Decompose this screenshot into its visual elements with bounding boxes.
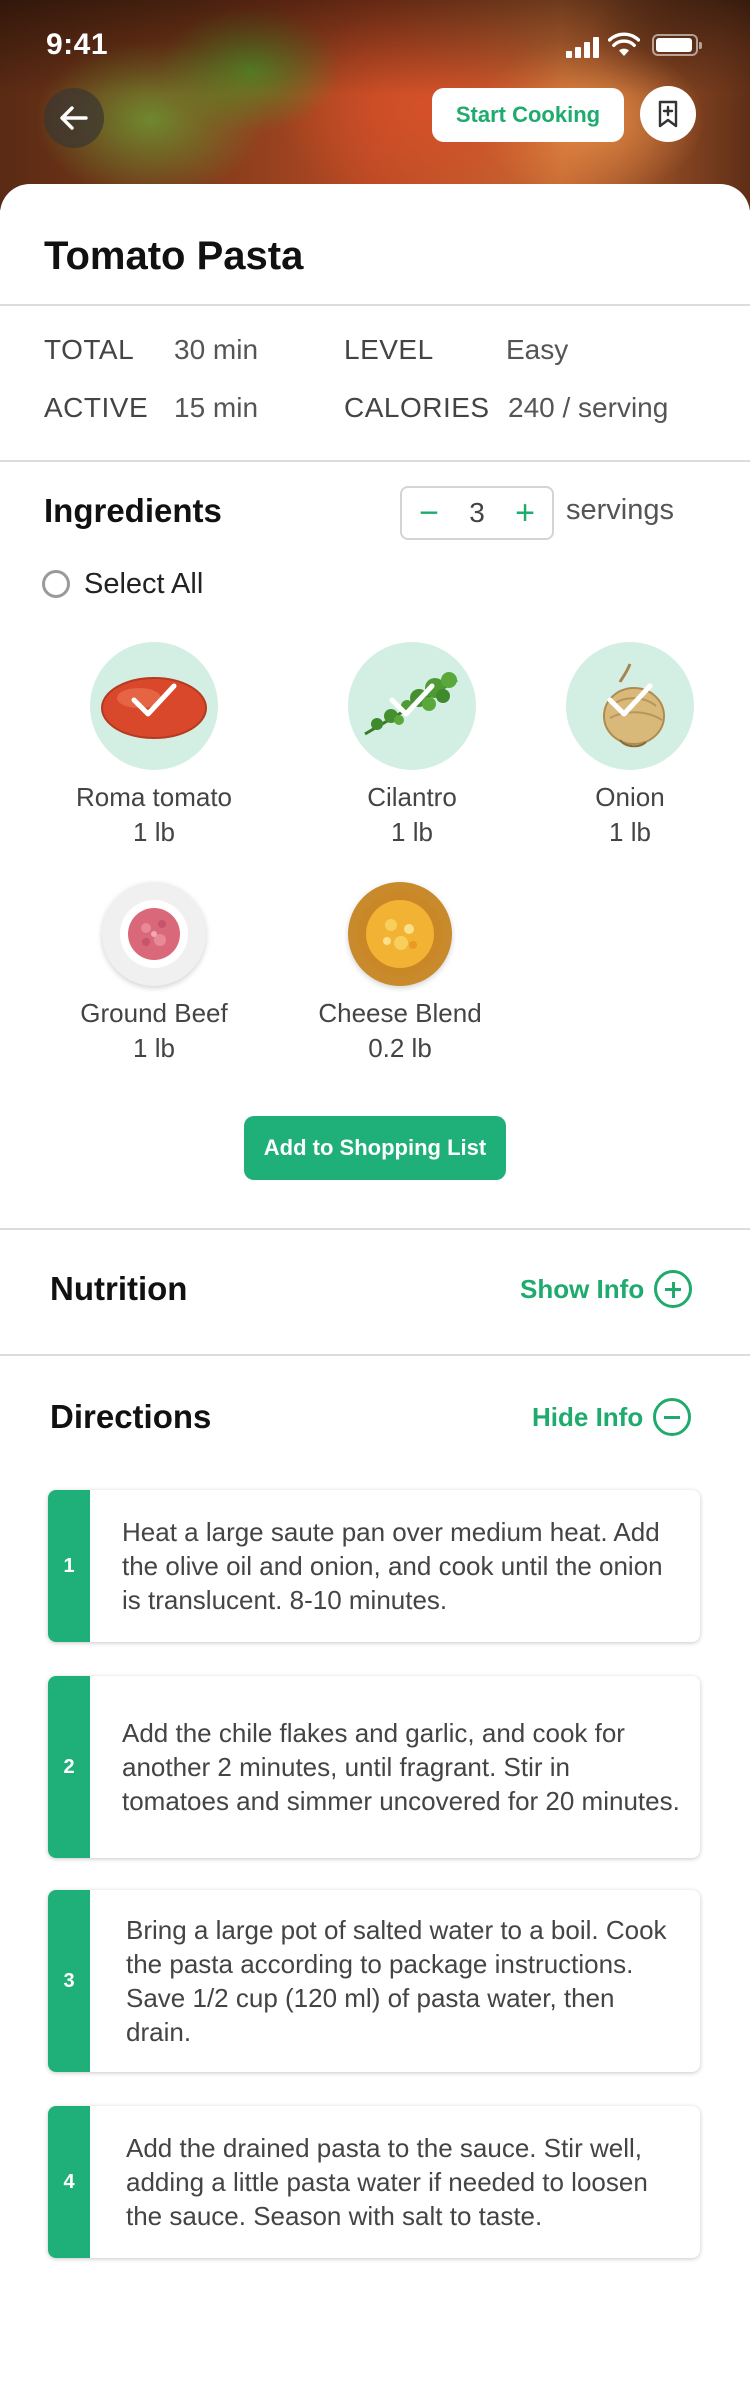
step-text: Bring a large pot of salted water to a b… <box>126 1915 667 2047</box>
ingredient-image <box>348 882 452 986</box>
add-to-shopping-list-button[interactable]: Add to Shopping List <box>244 1116 506 1180</box>
stat-total-value: 30 min <box>174 334 259 365</box>
direction-step: 2 Add the chile flakes and garlic, and c… <box>48 1676 700 1858</box>
start-cooking-button[interactable]: Start Cooking <box>432 88 624 142</box>
ingredient-image <box>90 642 218 770</box>
select-all-label: Select All <box>84 567 204 600</box>
ingredient-name: Cilantro <box>367 782 457 812</box>
stat-calories-value: 240 / serving <box>508 392 669 423</box>
show-nutrition-info-button[interactable]: Show Info <box>520 1270 693 1308</box>
stat-total-label: TOTAL <box>44 334 135 365</box>
step-text: Heat a large saute pan over medium heat.… <box>122 1517 663 1615</box>
directions-title: Directions <box>50 1398 212 1435</box>
select-all-toggle[interactable]: Select All <box>42 564 203 604</box>
ingredient-item[interactable]: Onion 1 lb <box>520 642 740 848</box>
divider <box>0 460 750 462</box>
minus-circle-icon <box>653 1398 692 1436</box>
increase-servings-button[interactable]: + <box>500 488 550 538</box>
ingredient-name: Cheese Blend <box>318 998 482 1028</box>
step-text: Add the chile flakes and garlic, and coo… <box>122 1718 680 1816</box>
status-bar: 9:41 <box>0 0 750 88</box>
ingredient-image <box>102 882 206 986</box>
nutrition-title: Nutrition <box>50 1270 188 1307</box>
ingredient-qty: 1 lb <box>391 817 433 847</box>
stat-calories-label: CALORIES <box>344 392 490 423</box>
show-info-label: Show Info <box>520 1273 645 1304</box>
ingredient-qty: 1 lb <box>609 817 651 847</box>
servings-stepper: − 3 + <box>400 486 554 540</box>
wifi-icon <box>608 32 640 56</box>
recipe-sheet: Tomato Pasta TOTAL 30 min LEVEL Easy ACT… <box>0 184 750 2384</box>
divider <box>0 1228 750 1230</box>
check-icon <box>607 683 653 717</box>
ingredient-item[interactable]: Cheese Blend 0.2 lb <box>290 870 510 1064</box>
ingredient-item[interactable]: Roma tomato 1 lb <box>44 642 264 848</box>
bookmark-button[interactable] <box>640 86 696 142</box>
ingredient-qty: 1 lb <box>133 817 175 847</box>
ingredient-image <box>566 642 694 770</box>
radio-unchecked-icon <box>42 570 70 598</box>
ingredient-name: Onion <box>595 782 665 812</box>
ingredient-image <box>348 642 476 770</box>
direction-step: 4 Add the drained pasta to the sauce. St… <box>48 2106 700 2258</box>
divider <box>0 304 750 306</box>
cheese-blend-icon <box>358 892 442 976</box>
divider <box>0 1354 750 1356</box>
plus-circle-icon <box>654 1270 693 1308</box>
ground-beef-icon <box>120 900 188 968</box>
check-icon <box>131 683 177 717</box>
check-icon <box>389 683 435 717</box>
servings-label: servings <box>566 494 674 526</box>
servings-count: 3 <box>469 497 485 528</box>
ingredient-name: Ground Beef <box>80 998 228 1028</box>
direction-step: 1 Heat a large saute pan over medium hea… <box>48 1490 700 1642</box>
stat-level-value: Easy <box>506 334 569 365</box>
step-number: 2 <box>48 1676 90 1858</box>
step-number: 1 <box>48 1490 90 1642</box>
direction-step: 3 Bring a large pot of salted water to a… <box>48 1890 700 2072</box>
step-number: 3 <box>48 1890 90 2072</box>
decrease-servings-button[interactable]: − <box>404 488 454 538</box>
hide-directions-info-button[interactable]: Hide Info <box>532 1398 692 1436</box>
ingredient-item[interactable]: Ground Beef 1 lb <box>44 870 264 1064</box>
stat-level-label: LEVEL <box>344 334 434 365</box>
ingredient-qty: 1 lb <box>133 1033 175 1063</box>
cellular-signal-icon <box>566 36 602 58</box>
ingredient-qty: 0.2 lb <box>368 1033 432 1063</box>
hide-info-label: Hide Info <box>532 1401 644 1432</box>
ingredient-item[interactable]: Cilantro 1 lb <box>302 642 522 848</box>
arrow-left-icon <box>60 106 88 130</box>
bookmark-plus-icon <box>658 100 678 128</box>
stat-active-label: ACTIVE <box>44 392 149 423</box>
ingredient-name: Roma tomato <box>75 782 233 812</box>
ingredients-title: Ingredients <box>44 492 222 529</box>
stat-active-value: 15 min <box>174 392 259 423</box>
recipe-title: Tomato Pasta <box>44 234 304 278</box>
battery-icon <box>652 34 702 56</box>
back-button[interactable] <box>44 88 104 148</box>
status-time: 9:41 <box>46 28 109 61</box>
step-text: Add the drained pasta to the sauce. Stir… <box>126 2133 648 2231</box>
step-number: 4 <box>48 2106 90 2258</box>
